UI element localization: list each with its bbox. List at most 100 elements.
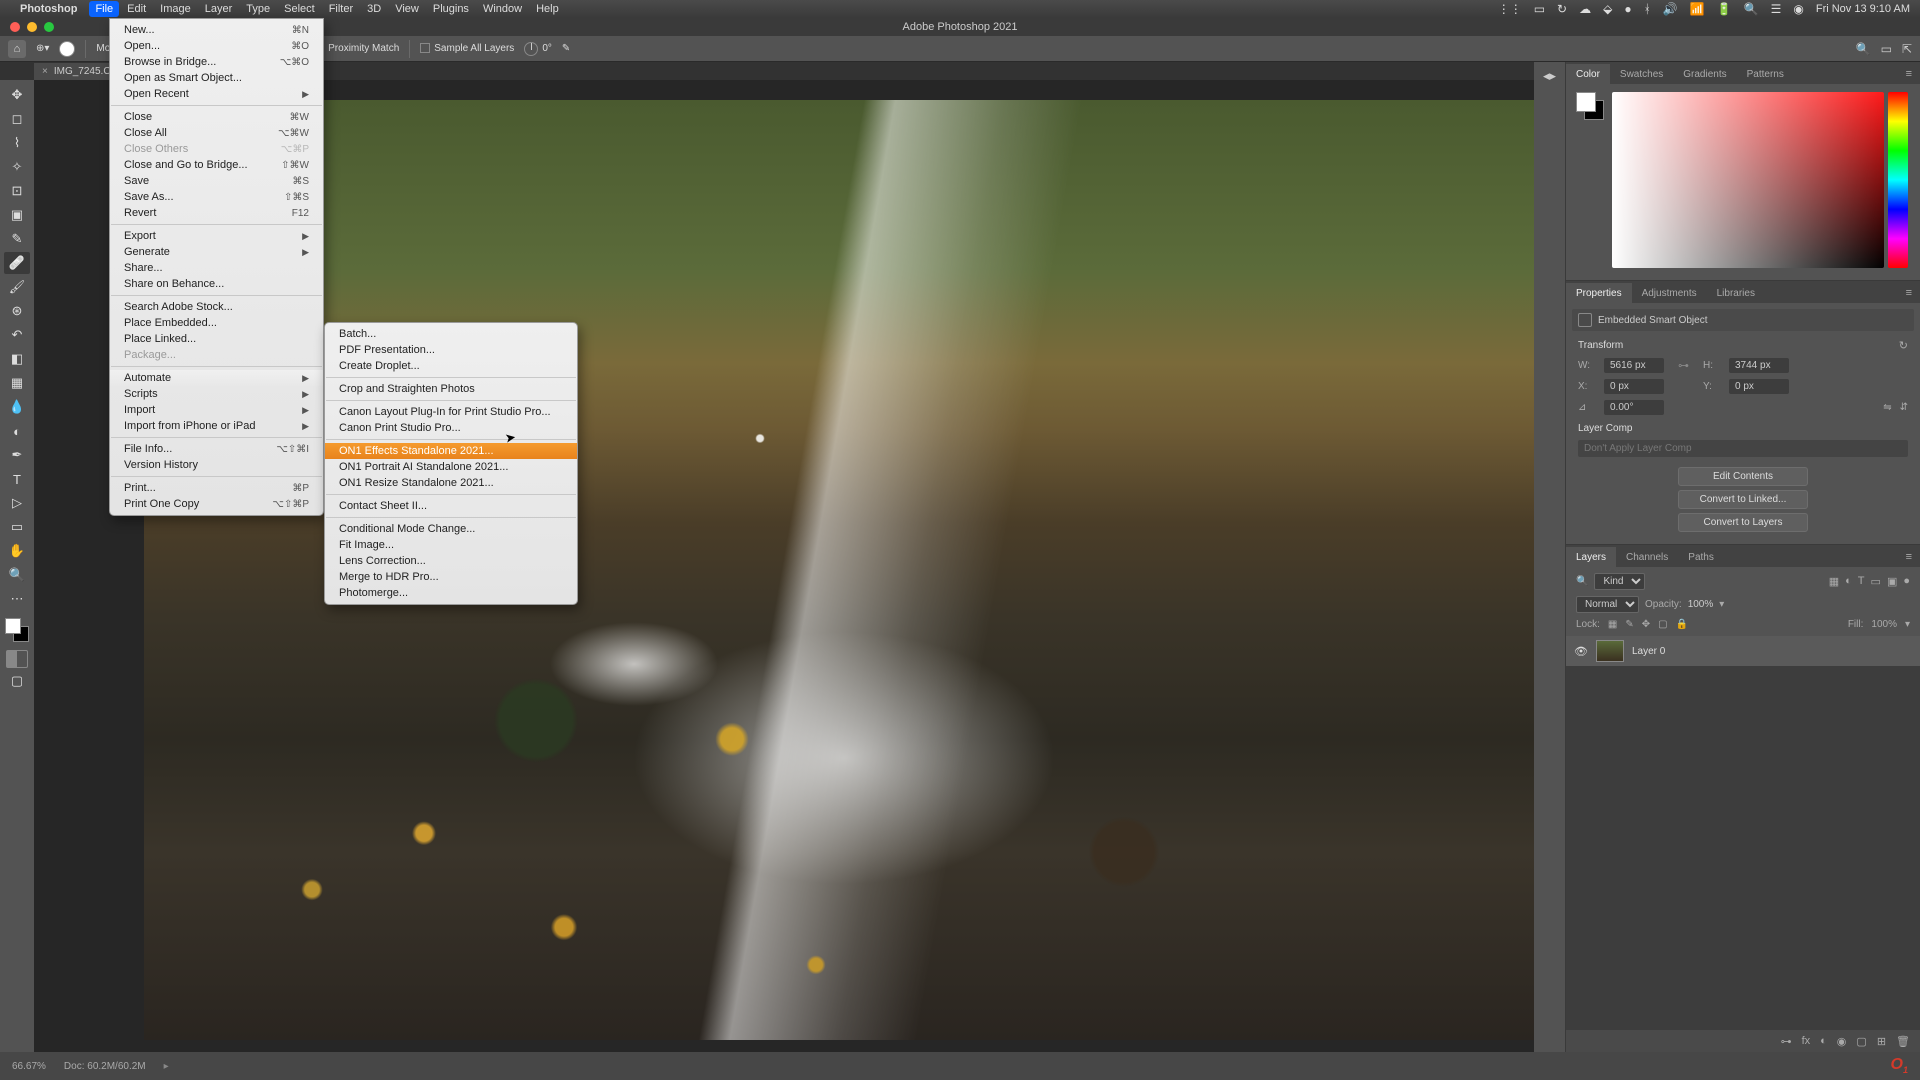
minimize-window[interactable] bbox=[27, 22, 37, 32]
tool-eyedropper[interactable]: ✎ bbox=[4, 228, 30, 250]
tab-color[interactable]: Color bbox=[1566, 64, 1610, 84]
tab-properties[interactable]: Properties bbox=[1566, 283, 1632, 303]
mi-conditional[interactable]: Conditional Mode Change... bbox=[325, 521, 577, 537]
delete-icon[interactable]: 🗑 bbox=[1896, 1035, 1910, 1048]
panel-menu-icon[interactable]: ≡ bbox=[1898, 283, 1920, 303]
mi-place-embed[interactable]: Place Embedded... bbox=[110, 315, 323, 331]
mi-import[interactable]: Import▶ bbox=[110, 402, 323, 418]
reset-icon[interactable]: ↻ bbox=[1899, 339, 1908, 352]
control-center-icon[interactable]: ☰ bbox=[1771, 2, 1782, 16]
lock-pixel-icon[interactable]: ✎ bbox=[1625, 619, 1633, 630]
layer-thumb[interactable] bbox=[1596, 640, 1624, 662]
mi-save-as[interactable]: Save As...⇧⌘S bbox=[110, 189, 323, 205]
adjustment-icon[interactable]: ◉ bbox=[1837, 1035, 1847, 1048]
color-swatches[interactable] bbox=[5, 618, 29, 642]
panel-menu-icon[interactable]: ≡ bbox=[1898, 547, 1920, 567]
mi-fit-image[interactable]: Fit Image... bbox=[325, 537, 577, 553]
menu-image[interactable]: Image bbox=[160, 3, 191, 15]
menu-type[interactable]: Type bbox=[246, 3, 270, 15]
angle-field[interactable]: 0.00° bbox=[1604, 400, 1664, 415]
filter-pixel-icon[interactable]: ▦ bbox=[1829, 575, 1839, 588]
mi-new[interactable]: New...⌘N bbox=[110, 22, 323, 38]
app-name[interactable]: Photoshop bbox=[20, 3, 77, 15]
filter-type-icon[interactable]: T bbox=[1858, 575, 1865, 588]
sync-icon[interactable]: ↻ bbox=[1557, 2, 1567, 16]
siri-icon[interactable]: ◉ bbox=[1793, 2, 1803, 16]
tab-patterns[interactable]: Patterns bbox=[1737, 64, 1794, 84]
tab-channels[interactable]: Channels bbox=[1616, 547, 1678, 567]
mi-crop-straighten[interactable]: Crop and Straighten Photos bbox=[325, 381, 577, 397]
tool-dodge[interactable]: ◐ bbox=[4, 420, 30, 442]
group-icon[interactable]: ▢ bbox=[1856, 1035, 1866, 1048]
chevron-right-icon[interactable]: ▸ bbox=[164, 1061, 169, 1072]
mi-close-bridge[interactable]: Close and Go to Bridge...⇧⌘W bbox=[110, 157, 323, 173]
home-icon[interactable]: ⌂ bbox=[8, 40, 26, 58]
width-field[interactable]: 5616 px bbox=[1604, 358, 1664, 373]
fg-bg-swatch[interactable] bbox=[1576, 92, 1604, 120]
flip-h-icon[interactable]: ⇋ bbox=[1883, 402, 1891, 413]
dropbox-icon[interactable]: ⬙ bbox=[1603, 2, 1612, 16]
pressure-icon[interactable]: ✎ bbox=[562, 43, 570, 54]
close-window[interactable] bbox=[10, 22, 20, 32]
mi-on1-effects[interactable]: ON1 Effects Standalone 2021... bbox=[325, 443, 577, 459]
tab-paths[interactable]: Paths bbox=[1678, 547, 1724, 567]
transform-section[interactable]: Transform↻ bbox=[1578, 339, 1908, 352]
mi-print-one[interactable]: Print One Copy⌥⇧⌘P bbox=[110, 496, 323, 512]
mi-generate[interactable]: Generate▶ bbox=[110, 244, 323, 260]
link-layers-icon[interactable]: ⊶ bbox=[1781, 1035, 1792, 1048]
menu-filter[interactable]: Filter bbox=[329, 3, 353, 15]
convert-layers-button[interactable]: Convert to Layers bbox=[1678, 513, 1808, 532]
tool-eraser[interactable]: ◧ bbox=[4, 348, 30, 370]
lock-artboard-icon[interactable]: ▢ bbox=[1658, 619, 1667, 630]
tool-blur[interactable]: 💧 bbox=[4, 396, 30, 418]
edit-contents-button[interactable]: Edit Contents bbox=[1678, 467, 1808, 486]
tool-preset-icon[interactable]: ⊕▾ bbox=[36, 43, 49, 54]
close-tab-icon[interactable]: × bbox=[42, 66, 48, 77]
flip-v-icon[interactable]: ⇵ bbox=[1900, 402, 1908, 413]
mi-batch[interactable]: Batch... bbox=[325, 326, 577, 342]
maximize-window[interactable] bbox=[44, 22, 54, 32]
layer-row[interactable]: 👁 Layer 0 bbox=[1566, 636, 1920, 666]
tool-brush[interactable]: 🖌 bbox=[4, 276, 30, 298]
mi-version[interactable]: Version History bbox=[110, 457, 323, 473]
menu-3d[interactable]: 3D bbox=[367, 3, 381, 15]
display-icon[interactable]: ▭ bbox=[1534, 2, 1545, 16]
new-layer-icon[interactable]: ⊞ bbox=[1877, 1035, 1886, 1048]
mi-close-all[interactable]: Close All⌥⌘W bbox=[110, 125, 323, 141]
blend-mode[interactable]: Normal bbox=[1576, 596, 1639, 613]
tool-stamp[interactable]: ⊛ bbox=[4, 300, 30, 322]
mi-scripts[interactable]: Scripts▶ bbox=[110, 386, 323, 402]
mi-on1-resize[interactable]: ON1 Resize Standalone 2021... bbox=[325, 475, 577, 491]
doc-size[interactable]: Doc: 60.2M/60.2M bbox=[64, 1061, 146, 1072]
tab-swatches[interactable]: Swatches bbox=[1610, 64, 1673, 84]
bluetooth-icon[interactable]: ᚼ bbox=[1644, 2, 1651, 16]
menu-file[interactable]: File bbox=[89, 1, 119, 17]
mi-canon-print[interactable]: Canon Print Studio Pro... bbox=[325, 420, 577, 436]
mi-droplet[interactable]: Create Droplet... bbox=[325, 358, 577, 374]
tab-libraries[interactable]: Libraries bbox=[1707, 283, 1765, 303]
filter-shape-icon[interactable]: ▭ bbox=[1871, 575, 1881, 588]
y-field[interactable]: 0 px bbox=[1729, 379, 1789, 394]
filter-toggle-icon[interactable]: ● bbox=[1903, 575, 1910, 588]
mi-open[interactable]: Open...⌘O bbox=[110, 38, 323, 54]
tool-type[interactable]: T bbox=[4, 468, 30, 490]
mi-automate[interactable]: Automate▶ bbox=[110, 370, 323, 386]
mi-pdf[interactable]: PDF Presentation... bbox=[325, 342, 577, 358]
tool-wand[interactable]: ✧ bbox=[4, 156, 30, 178]
cloud-icon[interactable]: ☁ bbox=[1579, 2, 1591, 16]
mi-browse[interactable]: Browse in Bridge...⌥⌘O bbox=[110, 54, 323, 70]
layer-comp-section[interactable]: Layer Comp bbox=[1578, 423, 1908, 434]
mi-open-recent[interactable]: Open Recent▶ bbox=[110, 86, 323, 102]
tool-marquee[interactable]: ◻ bbox=[4, 108, 30, 130]
tab-adjustments[interactable]: Adjustments bbox=[1632, 283, 1707, 303]
mi-export[interactable]: Export▶ bbox=[110, 228, 323, 244]
visibility-icon[interactable]: 👁 bbox=[1574, 645, 1588, 658]
panel-menu-icon[interactable]: ≡ bbox=[1898, 64, 1920, 84]
tool-healing[interactable]: 🩹 bbox=[4, 252, 30, 274]
fill-value[interactable]: 100% bbox=[1871, 619, 1897, 630]
clock[interactable]: Fri Nov 13 9:10 AM bbox=[1816, 3, 1910, 15]
mi-lens[interactable]: Lens Correction... bbox=[325, 553, 577, 569]
spotlight-icon[interactable]: 🔍 bbox=[1744, 2, 1759, 16]
mi-canon-layout[interactable]: Canon Layout Plug-In for Print Studio Pr… bbox=[325, 404, 577, 420]
menu-edit[interactable]: Edit bbox=[127, 3, 146, 15]
